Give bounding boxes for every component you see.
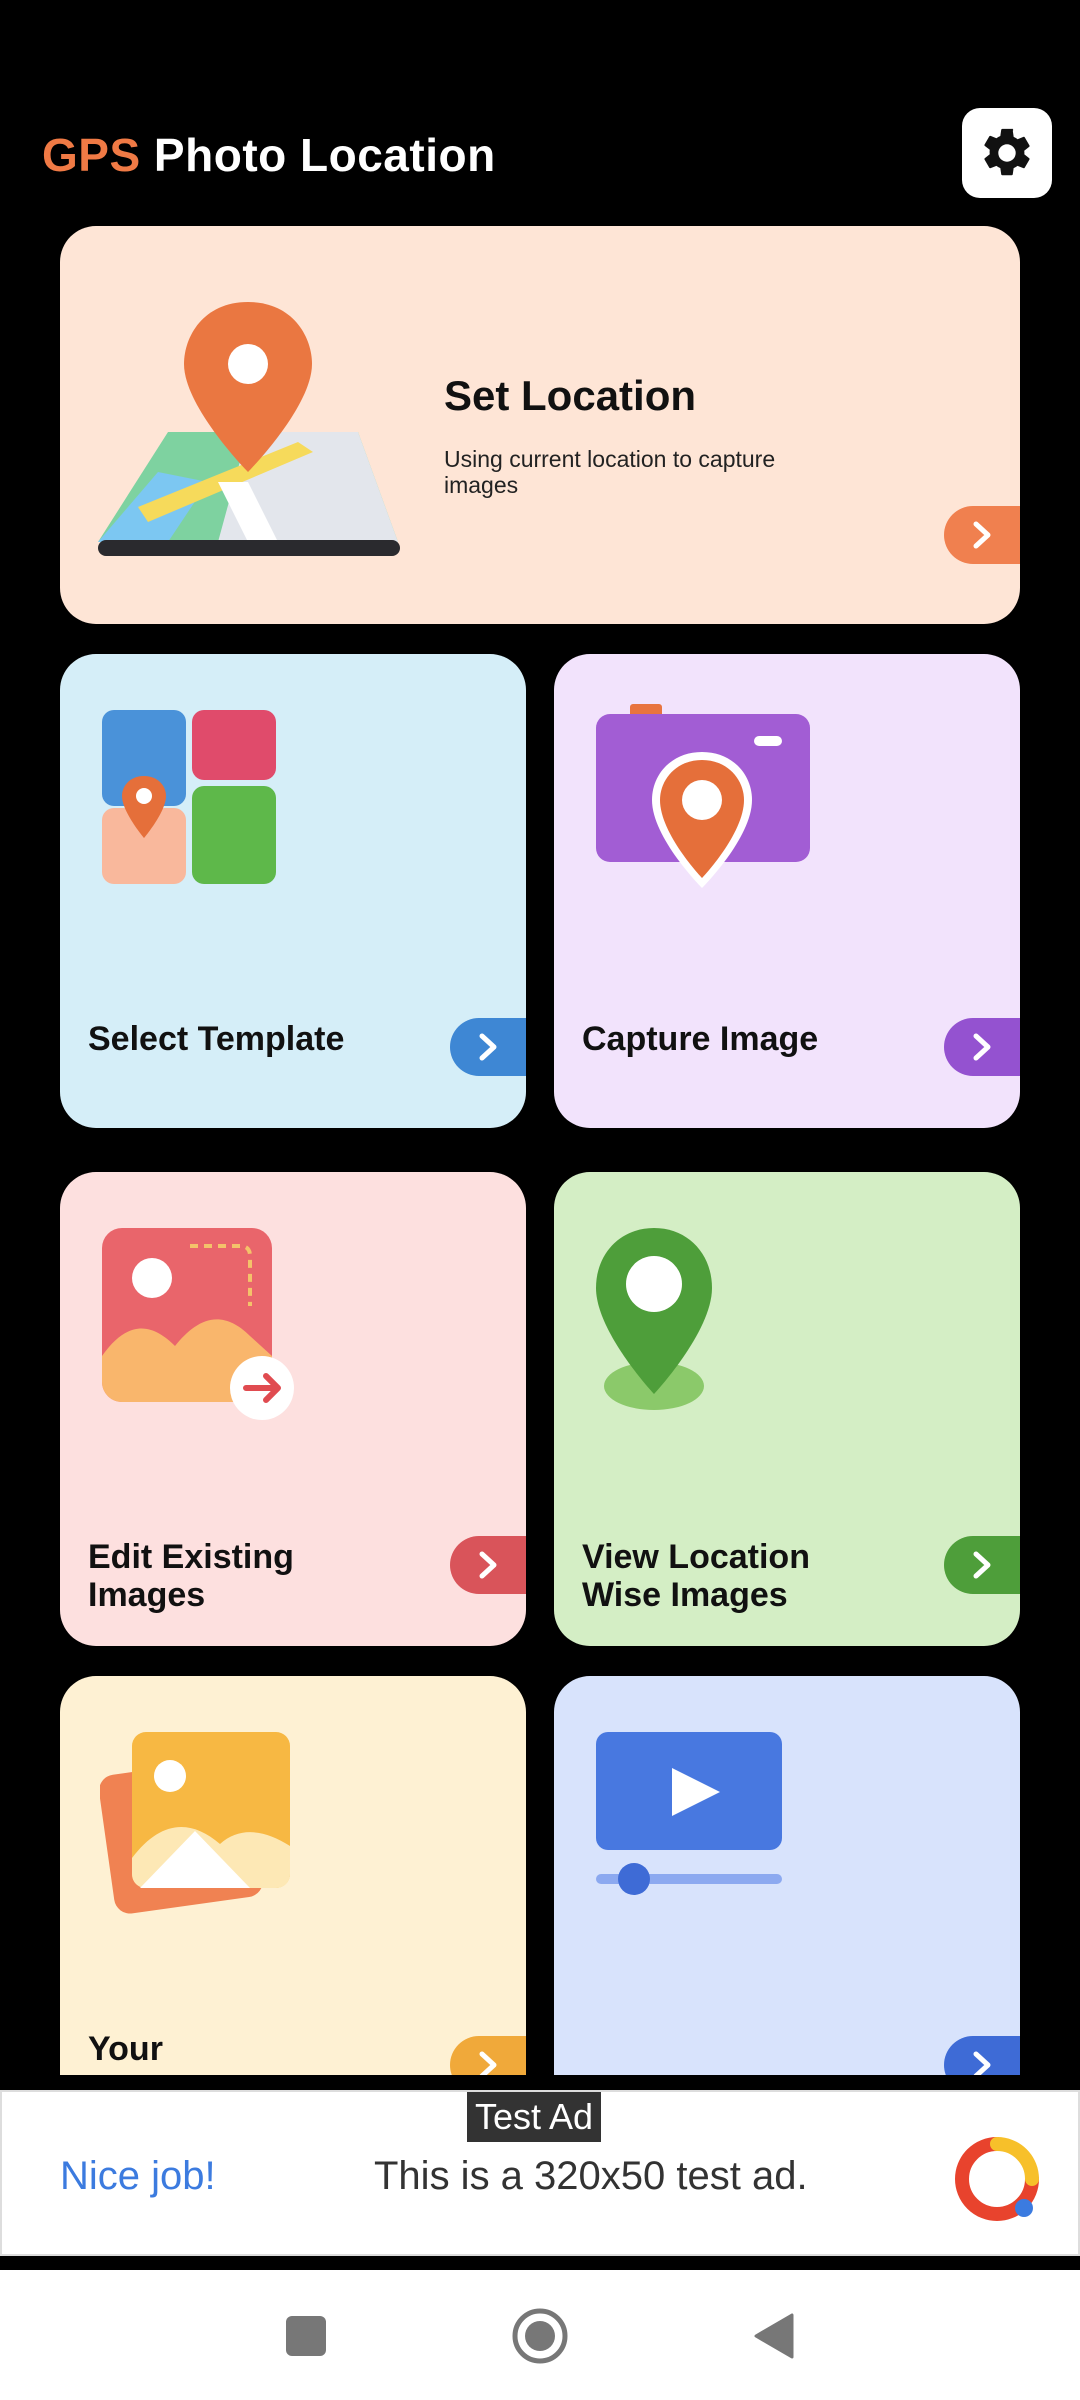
app-title-rest: Photo Location bbox=[140, 129, 496, 181]
edit-existing-arrow-button[interactable] bbox=[450, 1536, 526, 1594]
capture-image-card[interactable]: Capture Image bbox=[554, 654, 1020, 1128]
your-images-card[interactable]: Your bbox=[60, 1676, 526, 2075]
map-pin-icon bbox=[98, 302, 400, 556]
your-images-arrow-button[interactable] bbox=[450, 2036, 526, 2075]
view-location-card[interactable]: View Location Wise Images bbox=[554, 1172, 1020, 1646]
app-title-accent: GPS bbox=[42, 129, 141, 181]
chevron-right-icon bbox=[479, 2051, 497, 2075]
gallery-icon bbox=[100, 1732, 290, 1914]
set-location-arrow-button[interactable] bbox=[944, 506, 1020, 564]
select-template-arrow-button[interactable] bbox=[450, 1018, 526, 1076]
view-location-arrow-button[interactable] bbox=[944, 1536, 1020, 1594]
set-location-subtitle: Using current location to capture images bbox=[444, 446, 776, 498]
view-location-title: View Location Wise Images bbox=[582, 1538, 810, 1614]
chevron-right-icon bbox=[973, 1551, 991, 1579]
edit-existing-card[interactable]: Edit Existing Images bbox=[60, 1172, 526, 1646]
square-icon bbox=[286, 2316, 326, 2356]
chevron-right-icon bbox=[479, 1551, 497, 1579]
template-grid-icon bbox=[102, 710, 276, 884]
back-triangle-icon bbox=[754, 2313, 794, 2359]
back-button[interactable] bbox=[742, 2304, 806, 2368]
chevron-right-icon bbox=[973, 1033, 991, 1061]
camera-icon bbox=[596, 704, 810, 888]
ad-banner[interactable]: Test Ad Nice job! This is a 320x50 test … bbox=[0, 2090, 1080, 2256]
capture-image-arrow-button[interactable] bbox=[944, 1018, 1020, 1076]
feature-grid: Set Location Using current location to c… bbox=[0, 210, 1080, 2075]
ad-logo-icon bbox=[955, 2137, 1039, 2221]
capture-image-title: Capture Image bbox=[582, 1020, 819, 1058]
edit-image-icon bbox=[102, 1228, 294, 1420]
ad-text: This is a 320x50 test ad. bbox=[374, 2154, 808, 2198]
app-title: GPS Photo Location bbox=[42, 128, 496, 182]
home-circle-icon bbox=[512, 2308, 568, 2364]
video-card[interactable] bbox=[554, 1676, 1020, 2075]
ad-cta[interactable]: Nice job! bbox=[60, 2154, 216, 2199]
set-location-card[interactable]: Set Location Using current location to c… bbox=[60, 226, 1020, 624]
location-pin-icon bbox=[596, 1228, 712, 1410]
video-player-icon bbox=[596, 1732, 782, 1895]
screen: GPS Photo Location Set Location Using cu… bbox=[0, 0, 1080, 2400]
set-location-title: Set Location bbox=[444, 372, 697, 419]
recents-button[interactable] bbox=[274, 2304, 338, 2368]
chevron-right-icon bbox=[479, 1033, 497, 1061]
home-button[interactable] bbox=[508, 2304, 572, 2368]
system-nav-bar bbox=[0, 2270, 1080, 2400]
your-images-title: Your bbox=[88, 2030, 163, 2068]
ad-tag: Test Ad bbox=[467, 2092, 602, 2142]
chevron-right-icon bbox=[973, 2051, 991, 2075]
settings-button[interactable] bbox=[962, 108, 1052, 198]
edit-existing-title: Edit Existing Images bbox=[88, 1538, 294, 1614]
gear-icon bbox=[984, 128, 1030, 176]
app-header: GPS Photo Location bbox=[0, 100, 1080, 210]
select-template-card[interactable]: Select Template bbox=[60, 654, 526, 1128]
chevron-right-icon bbox=[973, 521, 991, 549]
video-arrow-button[interactable] bbox=[944, 2036, 1020, 2075]
select-template-title: Select Template bbox=[88, 1020, 345, 1058]
